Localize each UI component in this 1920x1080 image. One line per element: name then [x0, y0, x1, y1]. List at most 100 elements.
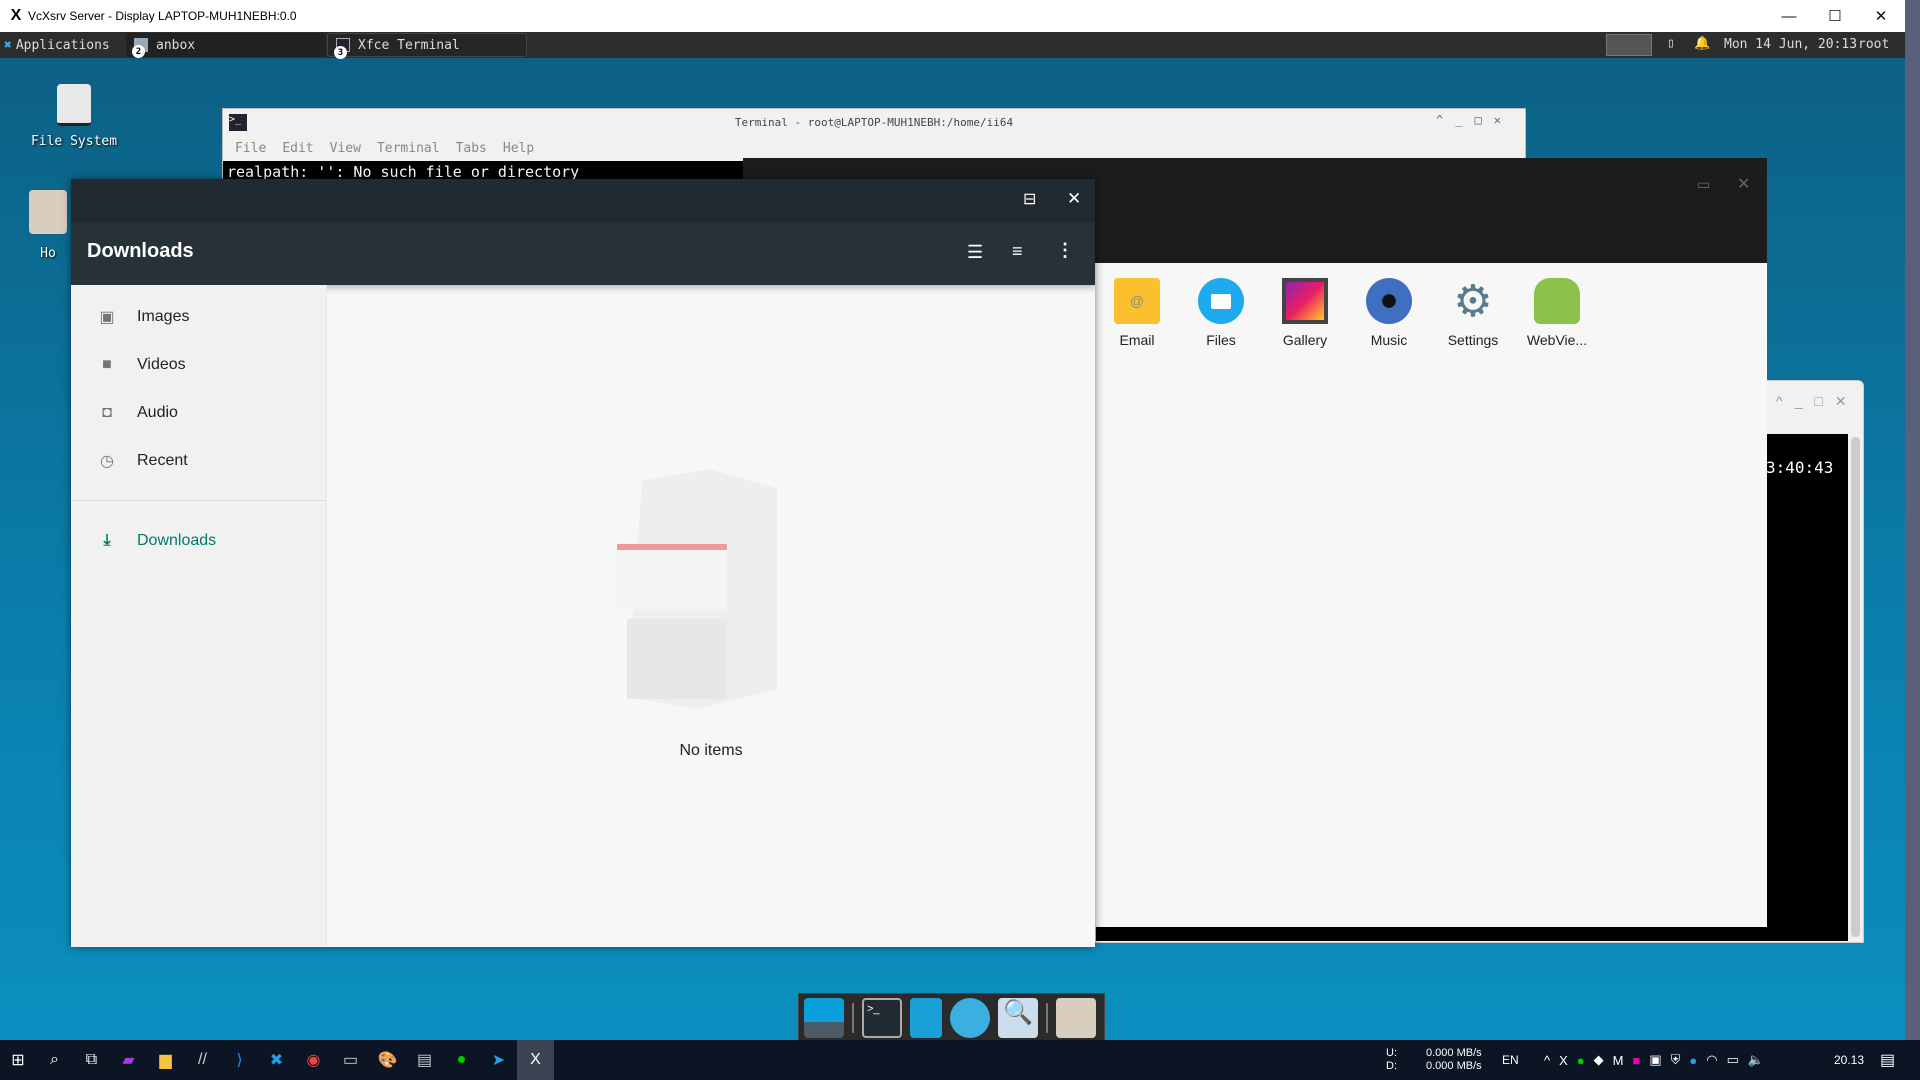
minimize-button[interactable]: _: [1455, 113, 1462, 127]
maximize-button[interactable]: ☐: [1812, 0, 1858, 32]
start-icon[interactable]: ⊞: [0, 1040, 36, 1080]
close-button[interactable]: ✕: [1067, 189, 1081, 209]
download-manager-icon[interactable]: ◆: [1594, 1052, 1604, 1068]
maximize-button[interactable]: □: [1474, 113, 1481, 127]
file-manager-window: ⊟ ✕ Downloads ☰ ≡ ⋮ ▣ Images ■ Videos ◘ Aud…: [71, 179, 1095, 947]
sidebar-item-recent[interactable]: ◷ Recent: [71, 437, 326, 485]
chevron-up-icon[interactable]: ^: [1544, 1053, 1550, 1068]
app-files[interactable]: Files: [1179, 278, 1263, 348]
terminal-icon[interactable]: >_: [862, 997, 902, 1038]
home-folder-icon: [29, 190, 67, 234]
list-view-icon[interactable]: ☰: [967, 242, 983, 263]
app-label: Gallery: [1282, 332, 1328, 348]
app-finder-icon[interactable]: 🔍: [998, 997, 1038, 1038]
file-manager-icon[interactable]: [910, 997, 942, 1038]
minimize-button[interactable]: —: [1766, 0, 1812, 32]
app-email[interactable]: @ Email: [1095, 278, 1179, 348]
page-title: Downloads: [87, 240, 194, 262]
roll-up-button[interactable]: ^: [1776, 393, 1783, 410]
volume-icon[interactable]: 🔈: [1748, 1052, 1764, 1068]
bell-icon[interactable]: 🔔: [1694, 36, 1710, 51]
app-webview[interactable]: WebVie...: [1515, 278, 1599, 348]
workspace-switcher[interactable]: [1606, 34, 1652, 56]
paint-icon[interactable]: 🎨: [369, 1040, 406, 1080]
taskbar-clock[interactable]: 20.13: [1834, 1040, 1864, 1080]
network-monitor: U: D:: [1386, 1040, 1397, 1080]
panel-user[interactable]: root: [1858, 37, 1889, 52]
security-icon[interactable]: ⛨: [1671, 1052, 1681, 1068]
roll-up-button[interactable]: ^: [1436, 113, 1443, 127]
chrome-icon[interactable]: ◉: [295, 1040, 332, 1080]
menu-help[interactable]: Help: [503, 141, 534, 156]
task-label: anbox: [156, 37, 196, 53]
terminal-icon[interactable]: ▭: [332, 1040, 369, 1080]
maximize-button[interactable]: ▭: [1697, 176, 1710, 193]
menu-tabs[interactable]: Tabs: [456, 141, 487, 156]
vcxsrv-tray-icon[interactable]: X: [1559, 1053, 1568, 1068]
menu-file[interactable]: File: [235, 141, 266, 156]
maximize-button[interactable]: ⊟: [1023, 189, 1036, 209]
sidebar-item-images[interactable]: ▣ Images: [71, 293, 326, 341]
minimize-button[interactable]: _: [1795, 393, 1803, 410]
task-label: Xfce Terminal: [358, 37, 460, 53]
dock-separator: [852, 1002, 854, 1033]
vscode-icon[interactable]: ⟩: [221, 1040, 258, 1080]
menu-edit[interactable]: Edit: [282, 141, 313, 156]
files-icon: [1198, 278, 1244, 324]
web-browser-icon[interactable]: [950, 997, 990, 1038]
folder-icon[interactable]: [1056, 997, 1096, 1038]
maximize-button[interactable]: □: [1814, 393, 1822, 410]
sidebar-item-videos[interactable]: ■ Videos: [71, 341, 326, 389]
task-anbox[interactable]: 2 anbox: [126, 33, 326, 58]
file-explorer-icon[interactable]: ▆: [147, 1040, 184, 1080]
task-badge: 3: [334, 46, 347, 59]
menu-terminal[interactable]: Terminal: [377, 141, 440, 156]
sidebar-item-audio[interactable]: ◘ Audio: [71, 389, 326, 437]
more-options-icon[interactable]: ⋮: [1056, 240, 1074, 261]
task-xfce-terminal[interactable]: 3 Xfce Terminal: [327, 33, 527, 59]
roots-sidebar: ▣ Images ■ Videos ◘ Audio ◷ Recent ⤓ Download…: [71, 285, 327, 947]
close-button[interactable]: ✕: [1737, 174, 1750, 194]
close-button[interactable]: ✕: [1835, 393, 1847, 410]
applications-menu[interactable]: ✖ Applications: [0, 33, 110, 57]
close-button[interactable]: ✕: [1858, 0, 1904, 32]
camera-icon[interactable]: ▣: [1649, 1052, 1661, 1068]
telegram-icon[interactable]: ➤: [480, 1040, 517, 1080]
battery-icon[interactable]: ▯: [1667, 36, 1675, 51]
show-desktop-icon[interactable]: [804, 997, 844, 1038]
video-icon: ■: [102, 356, 112, 373]
close-button[interactable]: ✕: [1494, 113, 1501, 127]
sidebar-item-downloads[interactable]: ⤓ Downloads: [71, 517, 326, 565]
notifications-icon[interactable]: ▤: [1880, 1040, 1895, 1080]
mcafee-icon[interactable]: M: [1613, 1053, 1624, 1068]
scrollbar[interactable]: [1851, 437, 1860, 937]
desktop-icon-file-system[interactable]: File System: [14, 84, 134, 149]
line-icon[interactable]: ●: [443, 1040, 480, 1080]
sidebar-item-label: Downloads: [137, 532, 217, 549]
app-purple-icon[interactable]: ▰: [110, 1040, 147, 1080]
app-gallery[interactable]: Gallery: [1263, 278, 1347, 348]
telegram-tray-icon[interactable]: ●: [1689, 1053, 1697, 1068]
battery-icon[interactable]: ▭: [1727, 1052, 1739, 1068]
line-tray-icon[interactable]: ●: [1577, 1053, 1585, 1068]
vcxsrv-icon[interactable]: X: [517, 1040, 554, 1080]
app-x-icon[interactable]: ✖: [258, 1040, 295, 1080]
app-stripes-icon[interactable]: //: [184, 1040, 221, 1080]
clock-icon: ◷: [100, 453, 114, 470]
xfce-logo-icon: ✖: [4, 37, 12, 53]
wifi-icon[interactable]: ◠: [1706, 1052, 1717, 1068]
app-settings[interactable]: ⚙ Settings: [1431, 277, 1515, 349]
task-view-icon[interactable]: ⧉: [73, 1040, 110, 1080]
sort-icon[interactable]: ≡: [1012, 241, 1023, 262]
monitor-icon[interactable]: ▤: [406, 1040, 443, 1080]
app-music[interactable]: Music: [1347, 278, 1431, 348]
file-manager-title-bar[interactable]: ⊟ ✕: [71, 179, 1095, 222]
terminal-title-bar[interactable]: >_ Terminal - root@LAPTOP-MUH1NEBH:/home…: [223, 109, 1525, 136]
app-tray-icon[interactable]: ■: [1632, 1053, 1640, 1068]
menu-view[interactable]: View: [330, 141, 361, 156]
desktop-icon-label: Ho: [40, 246, 56, 261]
panel-clock[interactable]: Mon 14 Jun, 20:13: [1724, 37, 1857, 52]
divider: [71, 485, 326, 501]
search-icon[interactable]: ⌕: [36, 1040, 73, 1080]
language-indicator[interactable]: EN: [1502, 1040, 1519, 1080]
